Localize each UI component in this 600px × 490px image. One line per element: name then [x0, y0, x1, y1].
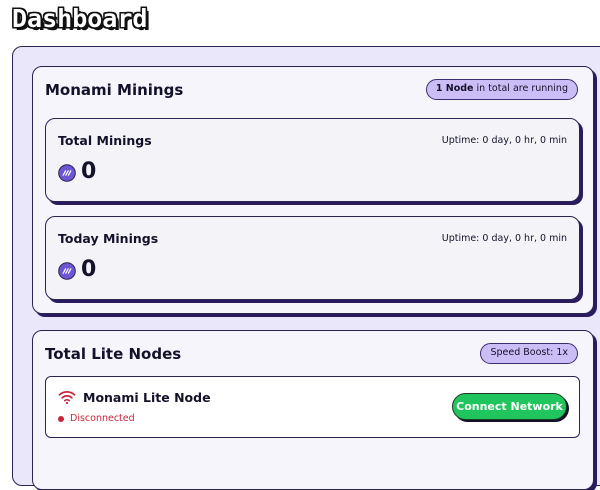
running-nodes-badge: 1 Node in total are running [425, 79, 578, 100]
today-minings-card: Today Minings Uptime: 0 day, 0 hr, 0 min… [45, 216, 580, 300]
running-nodes-count: 1 Node [435, 83, 474, 94]
mining-section-title: Monami Minings [45, 81, 184, 99]
running-nodes-suffix: in total are running [473, 83, 568, 94]
wifi-icon [58, 391, 76, 405]
lite-node-row: Monami Lite Node Disconnected Connect Ne… [45, 376, 580, 438]
page-title: Dashboard [12, 4, 148, 33]
total-minings-card: Total Minings Uptime: 0 day, 0 hr, 0 min… [45, 118, 580, 202]
lite-nodes-section: Total Lite Nodes Speed Boost: 1x Monami … [32, 330, 594, 490]
lite-node-name: Monami Lite Node [83, 390, 211, 405]
today-minings-label: Today Minings [58, 231, 159, 246]
total-minings-label: Total Minings [58, 133, 152, 148]
monami-coin-icon [58, 164, 76, 182]
speed-boost-badge: Speed Boost: 1x [480, 343, 578, 364]
today-minings-uptime: Uptime: 0 day, 0 hr, 0 min [441, 233, 567, 244]
mining-section: Monami Minings 1 Node in total are runni… [32, 66, 594, 314]
lite-nodes-section-title: Total Lite Nodes [45, 345, 182, 363]
connect-network-button[interactable]: Connect Network [452, 393, 567, 420]
today-minings-value: 0 [81, 257, 97, 282]
total-minings-value: 0 [81, 159, 97, 184]
lite-node-status: Disconnected [70, 413, 135, 424]
total-minings-uptime: Uptime: 0 day, 0 hr, 0 min [441, 135, 567, 146]
monami-coin-icon [58, 262, 76, 280]
status-dot-icon [58, 416, 64, 422]
